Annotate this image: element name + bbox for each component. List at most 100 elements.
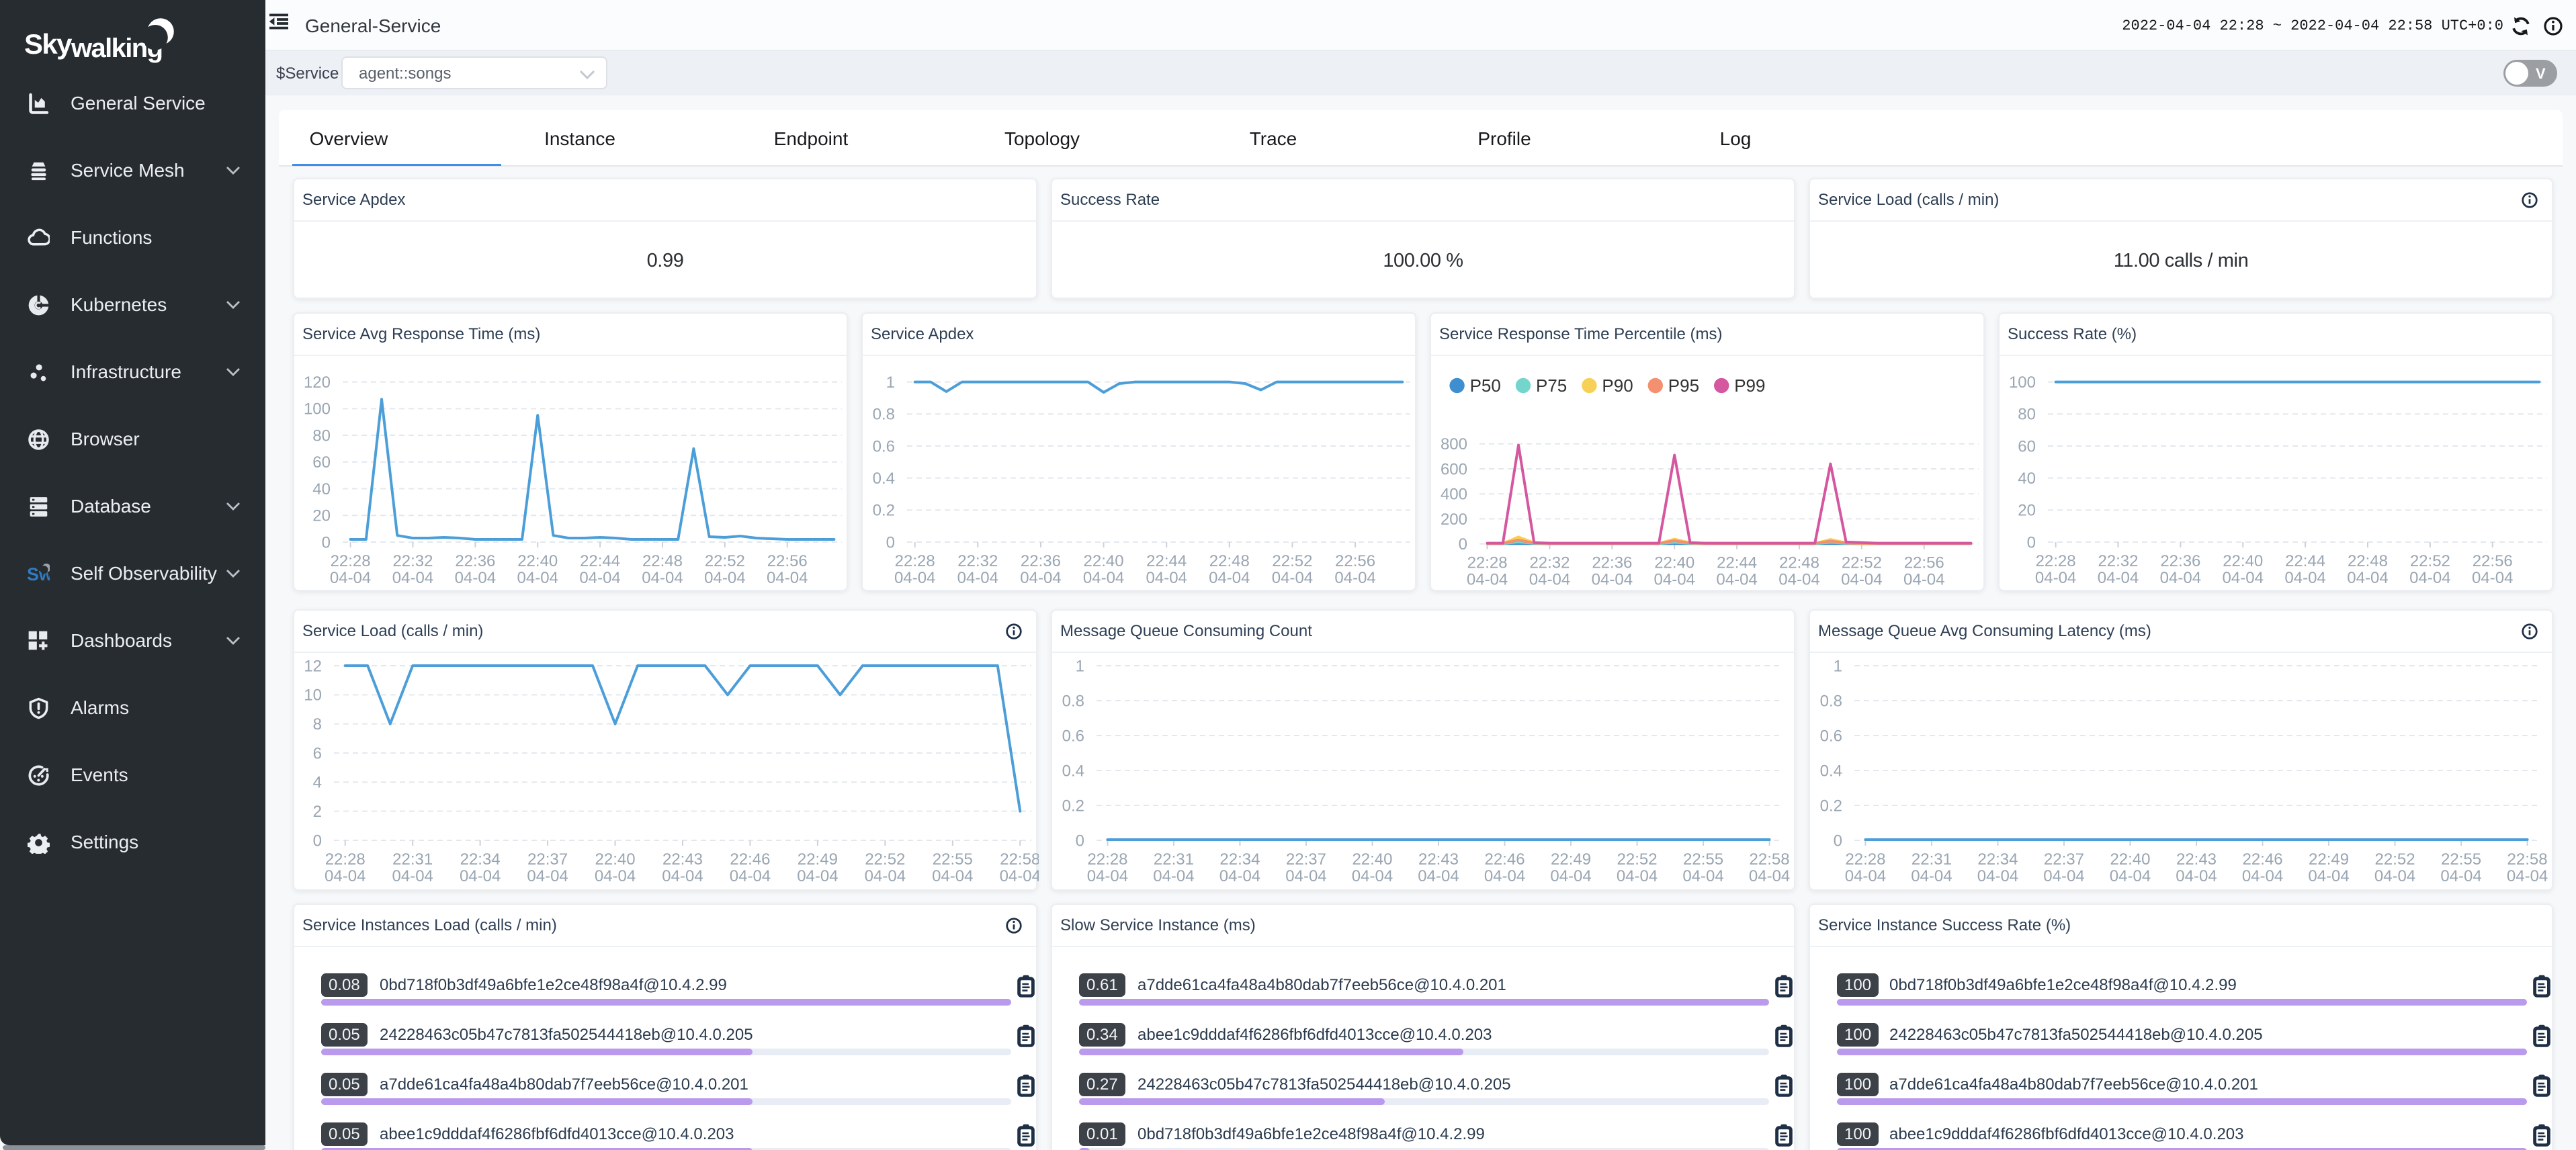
svg-text:22:43: 22:43 [2176,850,2217,869]
svg-text:22:34: 22:34 [1219,850,1260,869]
svg-text:04-04: 04-04 [1209,569,1250,587]
svg-text:04-04: 04-04 [2507,867,2548,885]
svg-text:04-04: 04-04 [1845,867,1886,885]
svg-text:22:55: 22:55 [2441,850,2481,869]
svg-text:04-04: 04-04 [662,867,703,885]
svg-text:04-04: 04-04 [330,569,371,587]
svg-text:04-04: 04-04 [2035,569,2076,587]
svg-text:22:40: 22:40 [2223,552,2263,570]
svg-text:200: 200 [1441,511,1467,529]
svg-text:04-04: 04-04 [1550,867,1591,885]
svg-text:22:40: 22:40 [1352,850,1392,869]
svg-text:22:36: 22:36 [2160,552,2200,570]
svg-text:22:46: 22:46 [730,850,770,869]
svg-text:120: 120 [304,373,331,392]
svg-text:04-04: 04-04 [579,569,620,587]
svg-text:22:31: 22:31 [392,850,433,869]
svg-text:22:58: 22:58 [1750,850,1790,869]
svg-text:04-04: 04-04 [2409,569,2450,587]
svg-text:0.2: 0.2 [1820,797,1842,815]
svg-text:04-04: 04-04 [392,569,433,587]
svg-text:22:43: 22:43 [662,850,703,869]
svg-text:22:58: 22:58 [1000,850,1039,869]
svg-text:22:49: 22:49 [1551,850,1591,869]
svg-text:22:44: 22:44 [2285,552,2325,570]
svg-text:22:32: 22:32 [1529,554,1570,572]
svg-text:22:48: 22:48 [1209,552,1250,570]
svg-text:22:34: 22:34 [460,850,501,869]
svg-text:1: 1 [886,373,895,392]
svg-text:04-04: 04-04 [1352,867,1393,885]
svg-text:22:52: 22:52 [865,850,905,869]
svg-text:22:46: 22:46 [1484,850,1525,869]
svg-text:0.6: 0.6 [1820,727,1842,745]
svg-text:22:28: 22:28 [895,552,935,570]
svg-text:100: 100 [2009,373,2036,392]
svg-text:04-04: 04-04 [2223,569,2264,587]
svg-text:04-04: 04-04 [1841,571,1882,589]
svg-text:04-04: 04-04 [2440,867,2481,885]
svg-text:04-04: 04-04 [1000,867,1039,885]
svg-text:P99: P99 [1734,375,1765,396]
svg-text:04-04: 04-04 [2176,867,2217,885]
svg-text:22:31: 22:31 [1912,850,1952,869]
svg-text:04-04: 04-04 [595,867,636,885]
svg-text:1: 1 [1076,657,1084,675]
svg-text:04-04: 04-04 [1219,867,1260,885]
svg-text:0: 0 [322,533,331,551]
svg-text:80: 80 [2018,406,2036,424]
svg-text:20: 20 [2018,502,2036,520]
svg-text:10: 10 [304,687,322,705]
svg-text:22:52: 22:52 [1272,552,1312,570]
svg-text:04-04: 04-04 [1749,867,1790,885]
svg-text:22:36: 22:36 [455,552,495,570]
svg-text:P50: P50 [1470,375,1501,396]
svg-text:6: 6 [313,744,322,762]
svg-text:04-04: 04-04 [704,569,745,587]
svg-text:8: 8 [313,715,322,734]
svg-text:22:44: 22:44 [1717,554,1757,572]
svg-text:04-04: 04-04 [1529,571,1570,589]
svg-text:22:34: 22:34 [1977,850,2018,869]
svg-text:1: 1 [1834,657,1842,675]
svg-text:04-04: 04-04 [957,569,998,587]
svg-text:22:48: 22:48 [1779,554,1819,572]
svg-text:20: 20 [312,507,331,525]
svg-text:22:56: 22:56 [2473,552,2513,570]
svg-text:04-04: 04-04 [1654,571,1695,589]
svg-text:04-04: 04-04 [1903,571,1944,589]
svg-text:0: 0 [313,832,322,850]
svg-text:22:46: 22:46 [2242,850,2282,869]
svg-text:22:44: 22:44 [580,552,620,570]
svg-text:4: 4 [313,774,322,792]
svg-text:04-04: 04-04 [865,867,906,885]
svg-text:22:52: 22:52 [2410,552,2450,570]
svg-text:04-04: 04-04 [392,867,433,885]
svg-text:0.6: 0.6 [873,437,895,455]
svg-text:0.4: 0.4 [873,470,895,488]
svg-text:04-04: 04-04 [730,867,771,885]
svg-text:0.8: 0.8 [1820,692,1842,710]
svg-text:22:40: 22:40 [1654,554,1694,572]
svg-text:22:58: 22:58 [2507,850,2548,869]
svg-text:22:36: 22:36 [1592,554,1632,572]
svg-text:22:56: 22:56 [1904,554,1944,572]
svg-text:22:40: 22:40 [517,552,558,570]
svg-text:0: 0 [1459,535,1467,554]
svg-text:04-04: 04-04 [2043,867,2084,885]
svg-text:04-04: 04-04 [2284,569,2325,587]
svg-text:22:55: 22:55 [1683,850,1723,869]
svg-text:22:28: 22:28 [325,850,366,869]
svg-text:400: 400 [1441,486,1467,504]
svg-text:22:40: 22:40 [1084,552,1124,570]
svg-text:P95: P95 [1668,375,1699,396]
svg-text:0: 0 [1834,832,1842,850]
svg-text:22:52: 22:52 [2375,850,2415,869]
svg-text:22:44: 22:44 [1146,552,1187,570]
svg-text:04-04: 04-04 [2472,569,2513,587]
svg-text:04-04: 04-04 [1911,867,1952,885]
svg-text:800: 800 [1441,435,1467,453]
svg-text:04-04: 04-04 [1087,867,1128,885]
svg-text:04-04: 04-04 [2242,867,2283,885]
svg-text:22:28: 22:28 [1087,850,1127,869]
